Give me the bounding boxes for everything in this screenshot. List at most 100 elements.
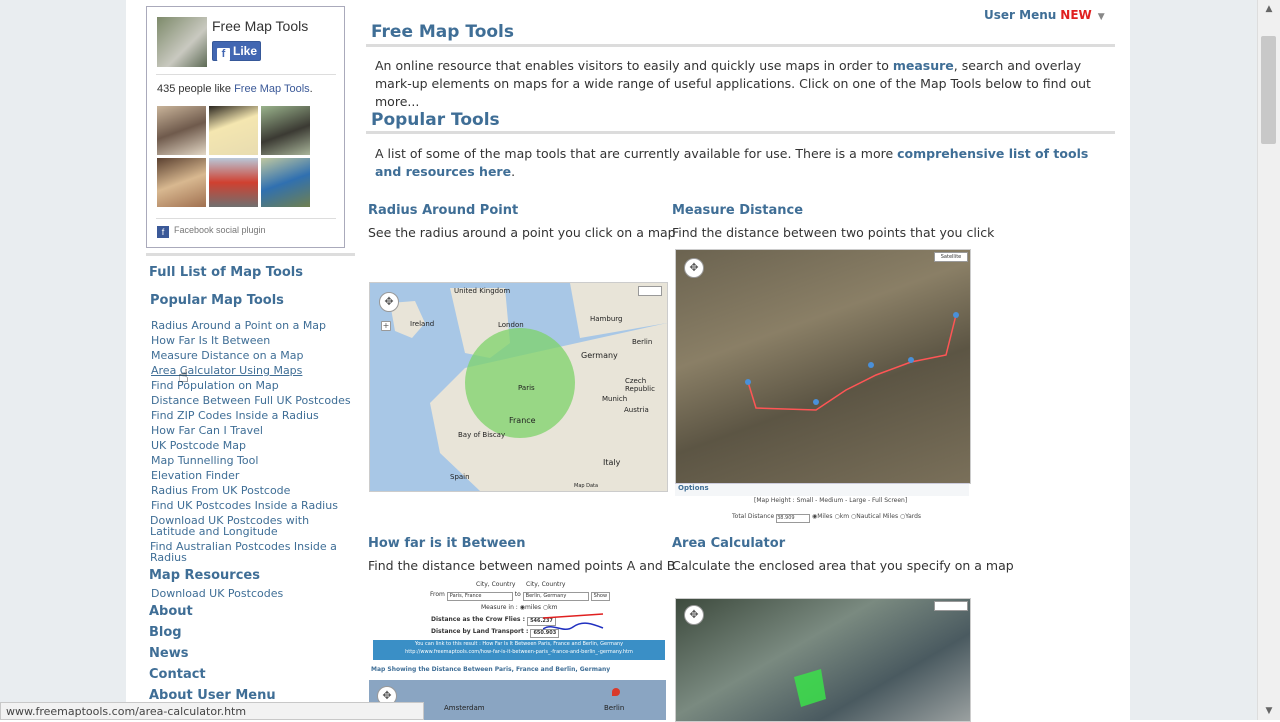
measure-map-preview[interactable]: ✥ Satellite xyxy=(675,249,971,484)
map-attribution: Map Data xyxy=(574,483,599,489)
pan-control-icon[interactable]: ✥ xyxy=(684,605,704,625)
map-label: Berlin xyxy=(632,338,653,346)
unit-option[interactable]: miles xyxy=(525,604,541,611)
page-link[interactable]: Free Map Tools xyxy=(234,83,310,95)
transport-label: Distance by Land Transport : xyxy=(431,628,529,635)
user-menu-label: User Menu xyxy=(984,8,1057,22)
route-overlay xyxy=(745,312,959,411)
sidebar-link-download-uk-postcodes[interactable]: Download UK Postcodes xyxy=(151,588,283,599)
sidebar-link-uk-postcode-map[interactable]: UK Postcode Map xyxy=(151,440,246,451)
tool-title-area-calculator[interactable]: Area Calculator xyxy=(672,536,785,551)
avatar[interactable] xyxy=(157,158,206,207)
sidebar-link-elevation-finder[interactable]: Elevation Finder xyxy=(151,470,239,481)
news-link[interactable]: News xyxy=(149,646,188,661)
contact-link[interactable]: Contact xyxy=(149,667,206,682)
browser-status-bar: www.freemaptools.com/area-calculator.htm xyxy=(0,702,424,720)
map-label: Austria xyxy=(624,406,649,414)
tool-title-measure-distance[interactable]: Measure Distance xyxy=(672,203,803,218)
map-pin-icon xyxy=(612,688,620,696)
tool-title-radius-around-point[interactable]: Radius Around Point xyxy=(368,203,518,218)
sidebar-link-measure-distance[interactable]: Measure Distance on a Map xyxy=(151,350,304,361)
map-label: Munich xyxy=(602,395,628,403)
measure-in-row: Measure in : ◉miles ○km xyxy=(481,604,558,611)
sidebar-link-find-population[interactable]: Find Population on Map xyxy=(151,380,279,391)
map-label: Hamburg xyxy=(590,315,623,323)
like-label: Like xyxy=(233,44,258,58)
about-link[interactable]: About xyxy=(149,604,193,619)
intro-prefix: An online resource that enables visitors… xyxy=(375,58,893,73)
pan-control-icon[interactable]: ✥ xyxy=(379,292,399,312)
like-count: 435 people like Free Map Tools. xyxy=(157,83,313,95)
vertical-scrollbar[interactable]: ▲ ▼ xyxy=(1257,0,1280,720)
total-distance-field[interactable]: 38.909 xyxy=(776,514,811,523)
show-button[interactable]: Show xyxy=(590,592,611,601)
area-map-preview[interactable]: ✥ xyxy=(675,598,971,722)
sidebar-link-australian-postcodes[interactable]: Find Australian Postcodes Inside a Radiu… xyxy=(150,541,350,563)
to-input[interactable]: Berlin, Germany xyxy=(522,592,589,601)
sidebar-link-how-far-between[interactable]: How Far Is It Between xyxy=(151,335,270,346)
result-link-banner[interactable]: You can link to this result : How Far Is… xyxy=(373,640,665,660)
sidebar-link-radius-around-point[interactable]: Radius Around a Point on a Map xyxy=(151,320,326,331)
sidebar-link-zip-codes-radius[interactable]: Find ZIP Codes Inside a Radius xyxy=(151,410,319,421)
banner-url[interactable]: http://www.freemaptools.com/how-far-is-i… xyxy=(373,648,665,656)
user-menu[interactable]: User Menu NEW ▼ xyxy=(984,8,1105,22)
unit-option[interactable]: Yards xyxy=(905,513,921,520)
scroll-up-icon[interactable]: ▲ xyxy=(1258,0,1280,18)
options-bar[interactable]: Options xyxy=(675,483,969,496)
divider xyxy=(156,74,336,75)
popular-divider xyxy=(366,131,1115,134)
scrollbar-thumb[interactable] xyxy=(1261,36,1276,144)
zoom-in-icon[interactable]: + xyxy=(381,321,391,331)
avatar[interactable] xyxy=(261,158,310,207)
map-type-button[interactable] xyxy=(638,286,662,296)
unit-option[interactable]: km xyxy=(840,513,849,520)
intro-text: An online resource that enables visitors… xyxy=(375,57,1105,111)
from-input[interactable]: Paris, France xyxy=(446,592,513,601)
tool-desc-area: Calculate the enclosed area that you spe… xyxy=(672,558,1014,573)
radius-map-preview[interactable]: ✥ + United Kingdom Ireland London Paris … xyxy=(369,282,668,492)
measure-in-label: Measure in : xyxy=(481,604,518,611)
sidebar-link-uk-postcodes-radius[interactable]: Find UK Postcodes Inside a Radius xyxy=(151,500,338,511)
sidebar-link-download-uk-postcodes-latlng[interactable]: Download UK Postcodes with Latitude and … xyxy=(150,515,356,537)
measure-link[interactable]: measure xyxy=(893,58,954,73)
how-far-form-preview[interactable]: City, Country City, Country From Paris, … xyxy=(371,578,666,678)
facebook-like-button[interactable]: f Like xyxy=(212,41,261,61)
unit-option[interactable]: Nautical Miles xyxy=(856,513,898,520)
sidebar-divider xyxy=(146,253,355,256)
map-label: Czech Republic xyxy=(625,377,655,393)
avatar[interactable] xyxy=(261,106,310,155)
map-size-selector[interactable]: [Map Height : Small - Medium - Large - F… xyxy=(754,497,907,504)
map-label: Bay of Biscay xyxy=(458,431,506,439)
map-label: France xyxy=(509,416,536,425)
avatar[interactable] xyxy=(157,106,206,155)
sidebar-link-uk-postcode-distance[interactable]: Distance Between Full UK Postcodes xyxy=(151,395,351,406)
unit-option[interactable]: Miles xyxy=(817,513,832,520)
total-distance-label: Total Distance xyxy=(732,513,775,520)
full-list-link[interactable]: Full List of Map Tools xyxy=(149,265,303,280)
avatar[interactable] xyxy=(209,106,258,155)
map-type-button[interactable]: Satellite xyxy=(934,252,968,262)
facebook-page-name[interactable]: Free Map Tools xyxy=(212,18,308,34)
page-thumbnail[interactable] xyxy=(157,17,207,67)
sidebar-link-how-far-can-i-travel[interactable]: How Far Can I Travel xyxy=(151,425,263,436)
scroll-down-icon[interactable]: ▼ xyxy=(1258,702,1280,720)
map-label: United Kingdom xyxy=(454,287,511,295)
map-type-button[interactable] xyxy=(934,601,968,611)
map-caption: Map Showing the Distance Between Paris, … xyxy=(371,666,611,673)
map-resources-heading[interactable]: Map Resources xyxy=(149,568,260,583)
options-label[interactable]: Options xyxy=(678,484,709,492)
about-user-menu-link[interactable]: About User Menu xyxy=(149,688,276,703)
sidebar-link-area-calculator[interactable]: Area Calculator Using Maps xyxy=(151,365,302,376)
tool-title-how-far-between[interactable]: How far is it Between xyxy=(368,536,525,551)
blog-link[interactable]: Blog xyxy=(149,625,182,640)
popular-suffix: . xyxy=(511,164,516,179)
divider xyxy=(156,218,336,219)
avatar[interactable] xyxy=(209,158,258,207)
popular-map-tools-heading[interactable]: Popular Map Tools xyxy=(150,293,284,308)
city-country-hint: City, Country xyxy=(526,581,566,588)
sidebar-link-radius-uk-postcode[interactable]: Radius From UK Postcode xyxy=(151,485,290,496)
sidebar-link-map-tunnelling[interactable]: Map Tunnelling Tool xyxy=(151,455,258,466)
pan-control-icon[interactable]: ✥ xyxy=(684,258,704,278)
map-label: Amsterdam xyxy=(444,704,485,712)
unit-option[interactable]: km xyxy=(548,604,557,611)
